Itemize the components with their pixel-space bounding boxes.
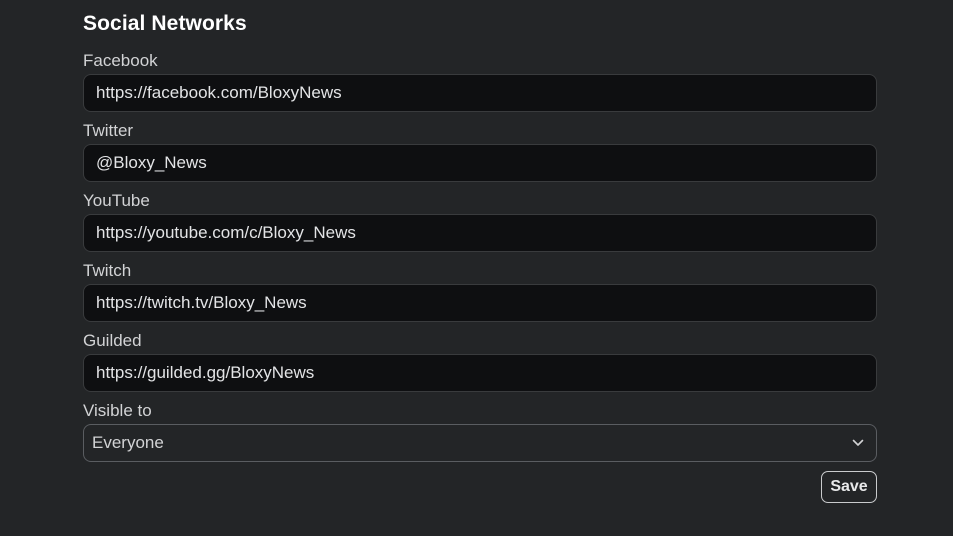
twitter-field-group: Twitter <box>83 120 877 182</box>
twitter-label: Twitter <box>83 121 134 140</box>
youtube-label: YouTube <box>83 191 150 210</box>
youtube-field-group: YouTube <box>83 190 877 252</box>
twitch-label: Twitch <box>83 261 132 280</box>
chevron-down-icon <box>852 425 864 461</box>
twitch-field-group: Twitch <box>83 260 877 322</box>
visibility-field-group: Visible to Everyone <box>83 400 877 462</box>
guilded-field-group: Guilded <box>83 330 877 392</box>
save-button[interactable]: Save <box>821 471 877 503</box>
guilded-input[interactable] <box>83 354 877 392</box>
facebook-input[interactable] <box>83 74 877 112</box>
youtube-input[interactable] <box>83 214 877 252</box>
visibility-select[interactable]: Everyone <box>83 424 877 462</box>
section-title: Social Networks <box>83 12 247 35</box>
facebook-field-group: Facebook <box>83 50 877 112</box>
twitter-input[interactable] <box>83 144 877 182</box>
visibility-selected-value: Everyone <box>92 433 164 452</box>
visibility-label: Visible to <box>83 401 152 420</box>
guilded-label: Guilded <box>83 331 142 350</box>
facebook-label: Facebook <box>83 51 158 70</box>
twitch-input[interactable] <box>83 284 877 322</box>
